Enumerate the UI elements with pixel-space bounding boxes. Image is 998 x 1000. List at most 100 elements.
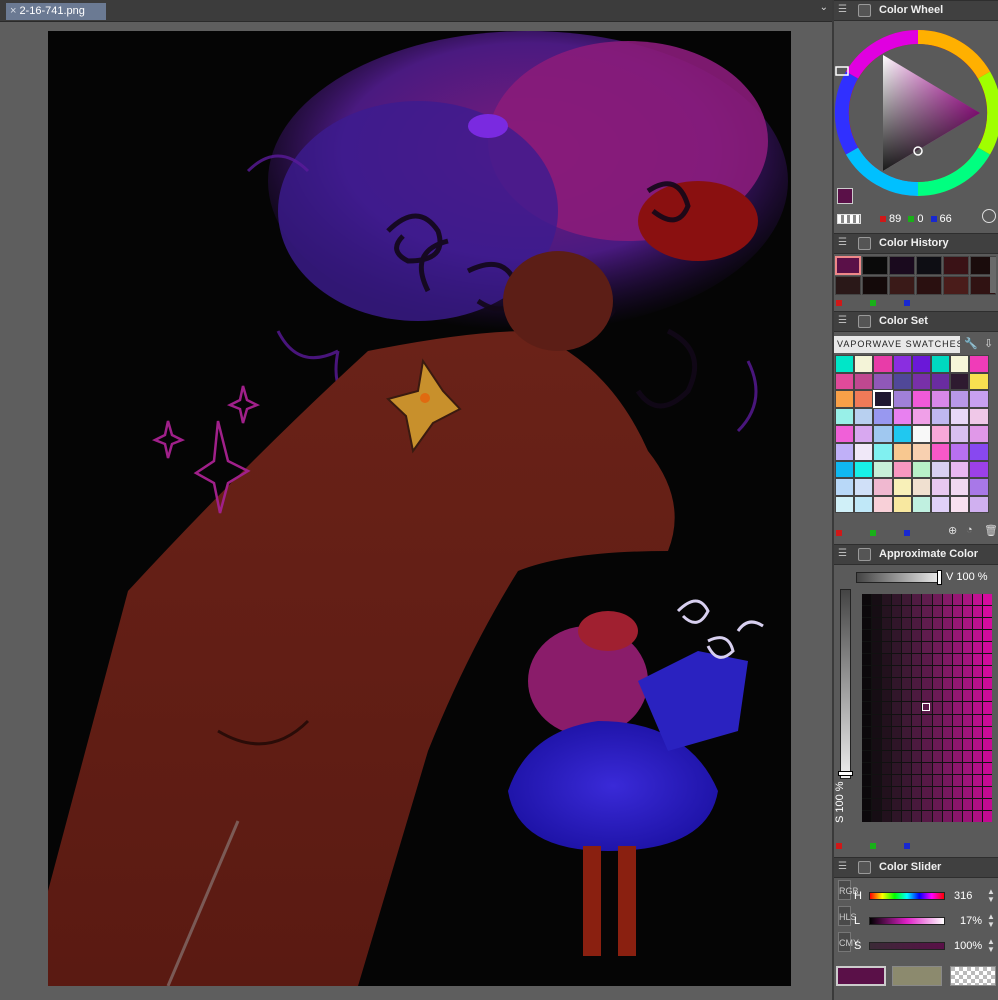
color-set-swatch[interactable] — [835, 460, 855, 479]
download-icon[interactable]: ⇩ — [984, 337, 993, 350]
approximate-color-cell[interactable] — [912, 810, 922, 822]
approximate-color-cell[interactable] — [912, 738, 922, 750]
approximate-color-cell[interactable] — [932, 654, 942, 666]
value-slider[interactable] — [856, 572, 942, 583]
approximate-color-cell[interactable] — [932, 786, 942, 798]
approximate-color-cell[interactable] — [982, 786, 992, 798]
approximate-color-cell[interactable] — [902, 738, 912, 750]
approximate-color-cell[interactable] — [902, 786, 912, 798]
color-set-swatch[interactable] — [911, 495, 931, 514]
approximate-color-cell[interactable] — [902, 606, 912, 618]
approximate-color-cell[interactable] — [892, 786, 902, 798]
approximate-color-cell[interactable] — [882, 786, 892, 798]
panel-menu-icon[interactable]: ☰ — [838, 238, 848, 248]
approximate-color-selected-cell[interactable] — [922, 703, 930, 711]
approximate-color-cell[interactable] — [942, 798, 952, 810]
trash-icon[interactable]: 🗑 — [984, 524, 998, 537]
approximate-color-cell[interactable] — [952, 594, 962, 606]
approximate-color-cell[interactable] — [962, 618, 972, 630]
approximate-color-cell[interactable] — [932, 594, 942, 606]
approximate-color-cell[interactable] — [872, 654, 882, 666]
approximate-color-cell[interactable] — [882, 750, 892, 762]
approximate-color-cell[interactable] — [872, 774, 882, 786]
approximate-color-cell[interactable] — [872, 762, 882, 774]
approximate-color-cell[interactable] — [952, 678, 962, 690]
approximate-color-cell[interactable] — [892, 726, 902, 738]
color-set-swatch[interactable] — [930, 442, 951, 461]
approximate-color-cell[interactable] — [972, 678, 982, 690]
color-set-swatch[interactable] — [969, 425, 989, 443]
approximate-color-cell[interactable] — [862, 774, 872, 786]
color-set-swatch[interactable] — [911, 407, 931, 426]
approximate-color-cell[interactable] — [962, 738, 972, 750]
approximate-color-cell[interactable] — [972, 810, 982, 822]
color-set-swatch[interactable] — [892, 495, 912, 514]
color-set-swatch[interactable] — [969, 390, 989, 408]
color-set-swatch[interactable] — [854, 407, 874, 426]
approximate-color-cell[interactable] — [862, 738, 872, 750]
color-wheel-header[interactable]: ☰ Color Wheel — [834, 0, 998, 21]
panel-menu-icon[interactable]: ☰ — [838, 316, 848, 326]
approximate-color-cell[interactable] — [892, 690, 902, 702]
lightness-value[interactable]: 17% — [960, 915, 982, 927]
approximate-color-cell[interactable] — [962, 762, 972, 774]
approximate-color-cell[interactable] — [922, 594, 932, 606]
approximate-color-cell[interactable] — [962, 726, 972, 738]
approximate-color-cell[interactable] — [952, 606, 962, 618]
approximate-color-cell[interactable] — [892, 738, 902, 750]
approximate-color-cell[interactable] — [892, 810, 902, 822]
approximate-color-cell[interactable] — [972, 762, 982, 774]
canvas-area[interactable] — [0, 22, 832, 1000]
approximate-color-cell[interactable] — [892, 702, 902, 714]
approximate-color-cell[interactable] — [882, 618, 892, 630]
approximate-color-cell[interactable] — [862, 654, 872, 666]
approximate-color-cell[interactable] — [882, 642, 892, 654]
color-set-swatch[interactable] — [930, 495, 951, 514]
approximate-color-cell[interactable] — [972, 666, 982, 678]
approximate-color-cell[interactable] — [952, 738, 962, 750]
approximate-color-cell[interactable] — [892, 798, 902, 810]
approximate-color-cell[interactable] — [932, 750, 942, 762]
approximate-color-cell[interactable] — [982, 750, 992, 762]
approximate-color-cell[interactable] — [982, 630, 992, 642]
approximate-color-cell[interactable] — [882, 798, 892, 810]
approximate-color-cell[interactable] — [892, 762, 902, 774]
approximate-color-cell[interactable] — [962, 606, 972, 618]
color-set-swatch[interactable] — [950, 390, 970, 408]
color-set-swatch[interactable] — [950, 442, 970, 461]
approximate-color-cell[interactable] — [972, 642, 982, 654]
color-wheel[interactable] — [834, 25, 998, 211]
approximate-color-cell[interactable] — [972, 726, 982, 738]
approximate-color-cell[interactable] — [882, 726, 892, 738]
approximate-color-cell[interactable] — [972, 690, 982, 702]
approximate-color-cell[interactable] — [942, 714, 952, 726]
approximate-color-cell[interactable] — [962, 690, 972, 702]
color-set-swatch[interactable] — [873, 390, 893, 408]
saturation-slider[interactable] — [869, 942, 945, 950]
approximate-color-cell[interactable] — [862, 618, 872, 630]
lightness-slider[interactable] — [869, 917, 945, 925]
approximate-color-cell[interactable] — [922, 630, 932, 642]
color-set-swatch[interactable] — [854, 390, 874, 408]
history-swatch[interactable] — [943, 256, 969, 275]
approximate-color-cell[interactable] — [942, 726, 952, 738]
approximate-color-cell[interactable] — [922, 666, 932, 678]
approximate-color-cell[interactable] — [972, 594, 982, 606]
approximate-color-cell[interactable] — [902, 666, 912, 678]
approximate-color-cell[interactable] — [922, 606, 932, 618]
color-set-swatch[interactable] — [854, 495, 874, 514]
approximate-color-cell[interactable] — [922, 726, 932, 738]
approximate-color-cell[interactable] — [982, 678, 992, 690]
approximate-color-cell[interactable] — [942, 678, 952, 690]
transparent-color-button[interactable] — [950, 966, 996, 986]
approximate-color-cell[interactable] — [902, 690, 912, 702]
color-set-swatch[interactable] — [892, 355, 912, 373]
color-set-swatch[interactable] — [835, 442, 855, 461]
sub-color-button[interactable] — [892, 966, 942, 986]
approximate-color-cell[interactable] — [912, 642, 922, 654]
fill-icon[interactable]: ◔ — [966, 524, 973, 536]
current-color-swatch[interactable] — [837, 188, 853, 204]
approximate-color-cell[interactable] — [882, 774, 892, 786]
approximate-color-cell[interactable] — [952, 786, 962, 798]
color-set-swatch[interactable] — [854, 478, 874, 496]
